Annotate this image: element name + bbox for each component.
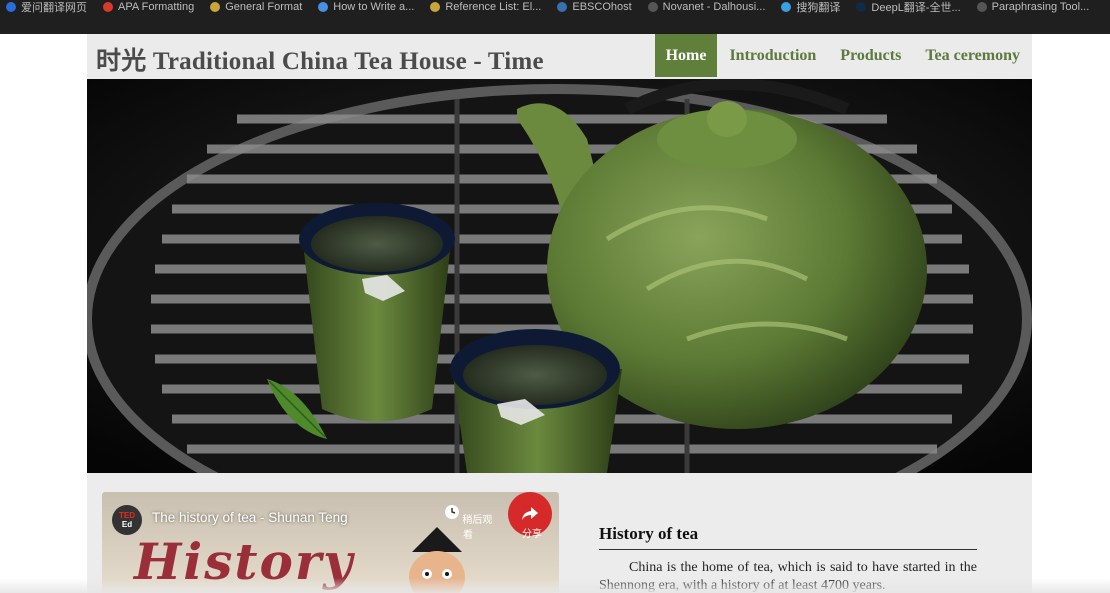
nav-introduction[interactable]: Introduction xyxy=(717,34,828,77)
bookmark-favicon-icon xyxy=(856,2,867,12)
bookmark-label: Paraphrasing Tool... xyxy=(991,1,1090,13)
bookmark-favicon-icon xyxy=(6,2,16,12)
bookmark-favicon-icon xyxy=(781,2,792,12)
share-icon xyxy=(522,507,538,520)
website: 时光 Traditional China Tea House - Time Ho… xyxy=(87,34,1032,593)
bookmark-label: 搜狗翻译 xyxy=(796,2,841,14)
bookmark-favicon-icon xyxy=(976,2,987,12)
bookmark-favicon-icon xyxy=(103,2,113,12)
bookmark-item[interactable]: 搜狗翻译 xyxy=(781,0,840,15)
bookmark-label: Reference List: El... xyxy=(445,1,542,13)
bookmark-label: DeepL翻译-全世... xyxy=(871,2,961,14)
site-header: 时光 Traditional China Tea House - Time Ho… xyxy=(87,34,1032,77)
bookmark-item[interactable]: APA Formatting xyxy=(103,1,194,13)
bookmark-item[interactable]: Reference List: El... xyxy=(430,1,541,13)
bookmark-item[interactable]: General Format xyxy=(210,1,302,13)
share-label: 分享 xyxy=(522,529,542,540)
bookmark-item[interactable]: EBSCOhost xyxy=(557,1,632,13)
main-nav: Home Introduction Products Tea ceremony xyxy=(654,34,1032,77)
bookmark-label: 爱问翻译网页 xyxy=(21,2,87,14)
bookmark-item[interactable]: 爱问翻译网页 xyxy=(6,0,87,15)
nav-products[interactable]: Products xyxy=(828,34,913,77)
bookmark-item[interactable]: Paraphrasing Tool... xyxy=(976,1,1090,13)
nav-home[interactable]: Home xyxy=(654,34,718,77)
bookmark-item[interactable]: DeepL翻译-全世... xyxy=(856,0,961,15)
site-title: 时光 Traditional China Tea House - Time xyxy=(96,48,544,75)
bookmark-favicon-icon xyxy=(318,2,329,12)
bookmark-label: How to Write a... xyxy=(333,1,415,13)
bookmark-item[interactable]: How to Write a... xyxy=(318,1,414,13)
watch-later-button[interactable]: 稍后观看 xyxy=(442,504,494,541)
bottom-fade xyxy=(0,578,1110,593)
bookmark-favicon-icon xyxy=(210,2,221,12)
bookmark-label: General Format xyxy=(225,1,303,13)
bookmark-item[interactable]: Novanet - Dalhousi... xyxy=(647,1,766,13)
video-title[interactable]: The history of tea - Shunan Teng xyxy=(152,510,348,525)
teapot-illustration xyxy=(87,79,1032,473)
nav-tea-ceremony[interactable]: Tea ceremony xyxy=(913,34,1032,77)
bookmark-label: APA Formatting xyxy=(118,1,195,13)
hero-image xyxy=(87,79,1032,473)
bookmark-label: Novanet - Dalhousi... xyxy=(662,1,766,13)
bookmark-favicon-icon xyxy=(647,2,658,12)
bookmark-favicon-icon xyxy=(430,2,441,12)
bookmark-label: EBSCOhost xyxy=(572,1,632,13)
watch-later-label: 稍后观看 xyxy=(462,515,493,541)
bookmarks-row: 爱问翻译网页 APA Formatting General Format How to… xyxy=(6,0,1089,18)
ted-ed-channel-icon[interactable]: TED Ed xyxy=(112,505,142,535)
clock-icon xyxy=(444,505,459,519)
browser-bookmarks-bar: 爱问翻译网页 APA Formatting General Format How to… xyxy=(0,0,1110,34)
article-heading: History of tea xyxy=(599,524,977,550)
bookmark-favicon-icon xyxy=(557,2,568,12)
